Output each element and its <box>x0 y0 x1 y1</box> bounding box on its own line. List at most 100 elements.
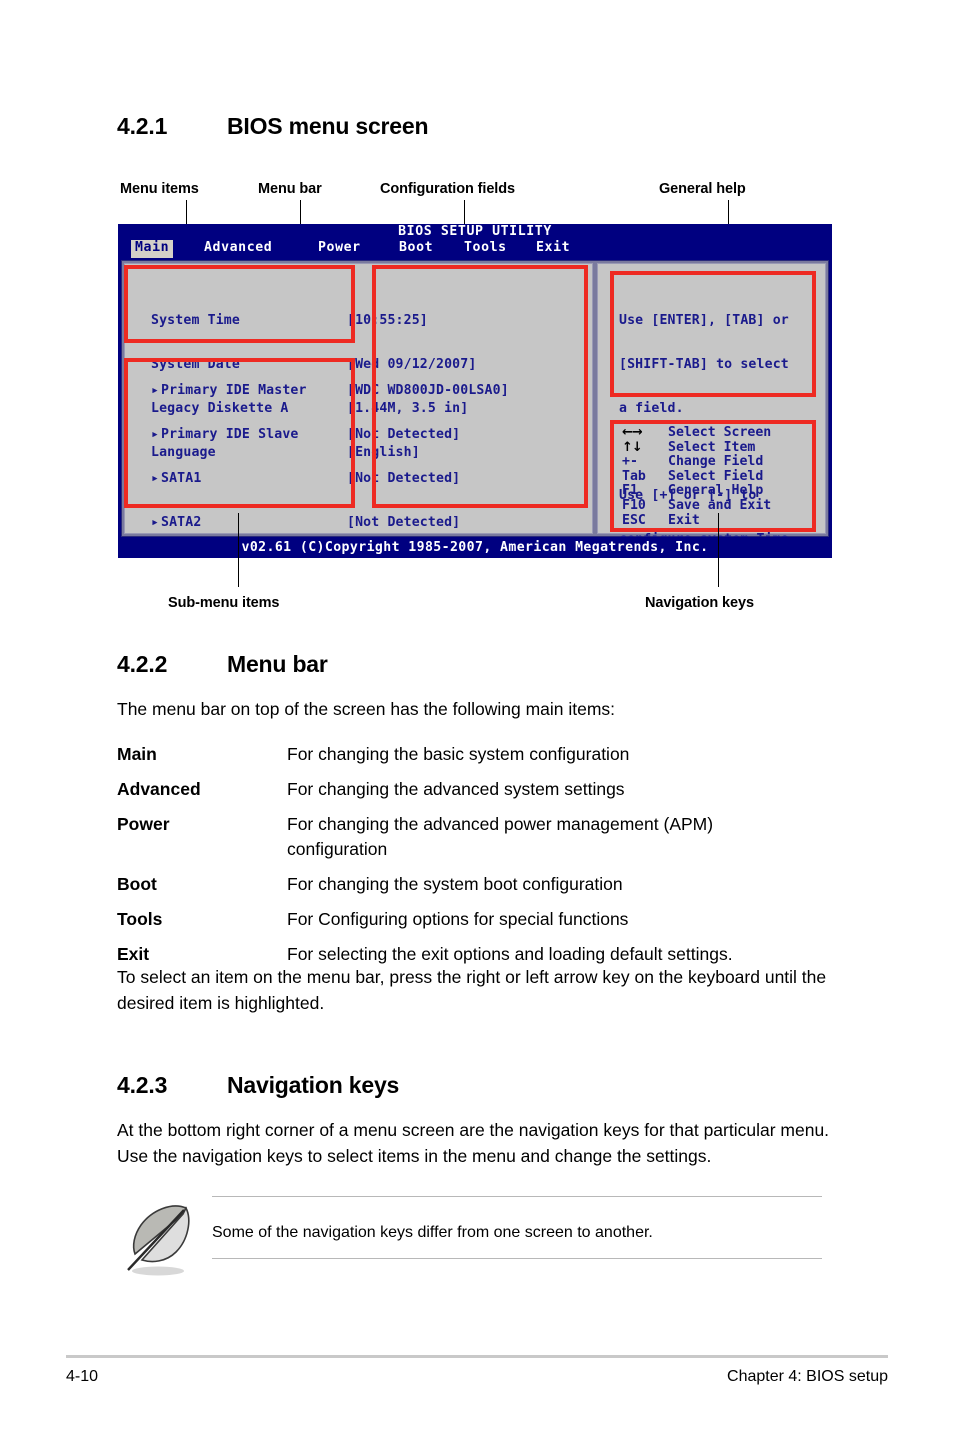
bios-help-panel: Use [ENTER], [TAB] or [SHIFT-TAB] to sel… <box>597 263 826 547</box>
bios-submenu-label: SATA2 <box>161 514 202 530</box>
section-heading-421: 4.2.1 BIOS menu screen <box>117 113 429 140</box>
bios-copyright-footer: v02.61 (C)Copyright 1985-2007, American … <box>118 537 832 558</box>
left-right-arrow-icon: ←→ <box>622 425 643 440</box>
nav-key-row-exit: ESC Exit <box>622 512 771 529</box>
section-heading-422: 4.2.2 Menu bar <box>117 651 328 678</box>
bios-submenu-primary-ide-slave[interactable]: ▸ Primary IDE Slave <box>151 426 331 443</box>
note-bottom-rule <box>212 1258 822 1259</box>
bios-tab-tools[interactable]: Tools <box>460 240 511 258</box>
note-text: Some of the navigation keys differ from … <box>212 1224 653 1241</box>
nav-key-label: F10 <box>622 497 646 513</box>
menu-bar-definition-list: Main For changing the basic system confi… <box>117 742 847 977</box>
bios-submenu-value-sata2[interactable]: [Not Detected] <box>347 515 509 531</box>
definition-desc-main: For changing the basic system configurat… <box>287 744 630 764</box>
leader-line-navigation-keys <box>718 513 719 587</box>
bios-main-panel: System Time System Date Legacy Diskette … <box>124 263 593 534</box>
definition-desc-boot: For changing the system boot configurati… <box>287 874 623 894</box>
bios-submenu-sata1[interactable]: ▸ SATA1 <box>151 470 331 487</box>
section-number-423: 4.2.3 <box>117 1072 168 1098</box>
section-number-422: 4.2.2 <box>117 651 168 677</box>
bios-help-line-2: [SHIFT-TAB] to select <box>619 356 789 372</box>
bios-submenu-value-primary-ide-master[interactable]: [WDC WD800JD-00LSA0] <box>347 384 509 399</box>
definition-row-tools: Tools For Configuring options for specia… <box>117 907 847 932</box>
nav-key-desc: Save and Exit <box>668 497 772 513</box>
bios-tab-power[interactable]: Power <box>314 240 365 258</box>
bios-submenu-item-list: ▸ Primary IDE Master ▸ Primary IDE Slave ▸… <box>151 355 331 558</box>
nav-key-row-select-field: Tab Select Field <box>622 468 771 485</box>
bios-help-line-3: a field. <box>619 400 684 416</box>
bios-submenu-value-primary-ide-slave[interactable]: [Not Detected] <box>347 427 509 443</box>
footer-chapter: Chapter 4: BIOS setup <box>727 1368 888 1385</box>
nav-key-desc: General Help <box>668 483 764 499</box>
annotation-navigation-keys: Navigation keys <box>645 595 754 611</box>
bios-submenu-value-list: [WDC WD800JD-00LSA0] [Not Detected] [Not… <box>347 355 509 558</box>
definition-term-tools: Tools <box>117 909 163 929</box>
bios-submenu-label: SATA1 <box>161 470 202 486</box>
leader-line-sub-menu-items <box>238 513 239 587</box>
definition-term-boot: Boot <box>117 874 157 894</box>
nav-key-row-change-field: +- Change Field <box>622 455 771 470</box>
annotation-configuration-fields: Configuration fields <box>380 181 515 197</box>
bios-help-line-1: Use [ENTER], [TAB] or <box>619 313 789 329</box>
definition-row-power: Power For changing the advanced power ma… <box>117 812 847 862</box>
section-heading-423: 4.2.3 Navigation keys <box>117 1072 399 1099</box>
menu-bar-outro-paragraph: To select an item on the menu bar, press… <box>117 967 827 1013</box>
up-down-arrow-icon: ↑↓ <box>622 439 643 455</box>
definition-row-advanced: Advanced For changing the advanced syste… <box>117 777 847 802</box>
nav-key-desc: Select Item <box>668 439 756 455</box>
annotation-menu-items: Menu items <box>120 181 199 197</box>
menu-bar-intro-paragraph: The menu bar on top of the screen has th… <box>117 699 616 719</box>
nav-key-row-general-help: F1 General Help <box>622 484 771 499</box>
navigation-keys-paragraph: At the bottom right corner of a menu scr… <box>117 1120 830 1166</box>
triangle-right-icon: ▸ <box>151 383 160 399</box>
definition-row-main: Main For changing the basic system confi… <box>117 742 847 767</box>
note-top-rule <box>212 1196 822 1197</box>
bios-tab-main[interactable]: Main <box>131 240 174 258</box>
footer-rule <box>66 1355 888 1358</box>
nav-key-label: Tab <box>622 468 646 484</box>
triangle-right-icon: ▸ <box>151 514 160 530</box>
section-title-423: Navigation keys <box>227 1072 400 1098</box>
nav-key-row-select-screen: ←→ Select Screen <box>622 425 772 441</box>
bios-menu-bar: Main Advanced Power Boot Tools Exit <box>118 240 832 258</box>
bios-menu-item-system-time[interactable]: System Time <box>151 314 289 329</box>
nav-key-row-select-item: ↑↓ Select Item <box>622 439 771 456</box>
bios-setup-screen: BIOS SETUP UTILITY Main Advanced Power B… <box>118 224 832 558</box>
bios-submenu-value-sata1[interactable]: [Not Detected] <box>347 471 509 487</box>
annotation-general-help: General help <box>659 181 746 197</box>
bios-body: System Time System Date Legacy Diskette … <box>121 260 829 547</box>
definition-desc-power: For changing the advanced power manageme… <box>287 814 714 859</box>
section-number-421: 4.2.1 <box>117 113 168 139</box>
bios-tab-boot[interactable]: Boot <box>395 240 437 258</box>
nav-key-desc: Exit <box>668 512 700 528</box>
nav-key-desc: Select Screen <box>668 425 772 440</box>
footer-page-number: 4-10 <box>66 1368 99 1385</box>
bios-submenu-primary-ide-master[interactable]: ▸ Primary IDE Master <box>151 383 331 399</box>
definition-term-advanced: Advanced <box>117 779 201 799</box>
bios-tab-exit[interactable]: Exit <box>532 240 574 258</box>
definition-desc-tools: For Configuring options for special func… <box>287 909 629 929</box>
triangle-right-icon: ▸ <box>151 426 160 442</box>
bios-submenu-sata2[interactable]: ▸ SATA2 <box>151 514 331 531</box>
triangle-right-icon: ▸ <box>151 470 160 486</box>
nav-key-label: F1 <box>622 483 638 499</box>
section-title-422: Menu bar <box>227 651 328 677</box>
annotation-menu-bar: Menu bar <box>258 181 322 197</box>
definition-row-boot: Boot For changing the system boot config… <box>117 872 847 897</box>
nav-key-desc: Change Field <box>668 454 764 470</box>
definition-desc-advanced: For changing the advanced system setting… <box>287 779 625 799</box>
annotation-sub-menu-items: Sub-menu items <box>168 595 280 611</box>
bios-navigation-keys-legend: ←→ Select Screen ↑↓ Select Item +- Change F… <box>622 425 772 529</box>
bios-title: BIOS SETUP UTILITY <box>398 224 552 239</box>
bios-submenu-label: Primary IDE Master <box>161 383 307 399</box>
nav-key-label: +- <box>622 454 638 470</box>
section-title-421: BIOS menu screen <box>227 113 429 139</box>
bios-tab-advanced[interactable]: Advanced <box>200 240 276 258</box>
bios-submenu-label: Primary IDE Slave <box>161 426 299 442</box>
definition-term-power: Power <box>117 814 170 834</box>
nav-key-desc: Select Field <box>668 468 764 484</box>
definition-term-main: Main <box>117 744 157 764</box>
nav-key-label: ESC <box>622 512 646 528</box>
quill-pen-icon <box>127 1205 190 1276</box>
bios-config-value-system-time[interactable]: [10:55:25] <box>347 314 476 329</box>
